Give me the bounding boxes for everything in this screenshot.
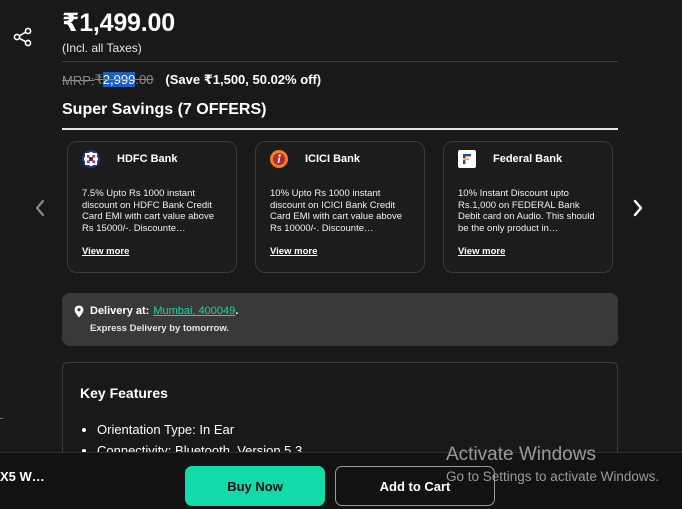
offer-card-federal[interactable]: Federal Bank 10% Instant Discount upto R…: [443, 141, 613, 273]
product-price: ₹1,499.00: [62, 9, 175, 37]
section-underline: [62, 128, 618, 130]
feature-item: Orientation Type: In Ear: [97, 419, 302, 440]
delivery-location-link[interactable]: Mumbai, 400049: [153, 305, 235, 317]
location-pin-icon: [74, 305, 84, 323]
savings-text: (Save ₹1,500, 50.02% off): [165, 72, 322, 87]
share-icon[interactable]: [12, 26, 34, 48]
mrp-value: ₹2,999.00: [94, 72, 154, 88]
delivery-label: Delivery at:: [90, 305, 150, 317]
add-to-cart-button[interactable]: Add to Cart: [335, 466, 495, 506]
mrp-row: MRP: ₹2,999.00 (Save ₹1,500, 50.02% off): [62, 72, 321, 88]
offer-bank-name: ICICI Bank: [305, 153, 361, 165]
mrp-selected-text: 2,999: [102, 72, 136, 87]
offer-description: 7.5% Upto Rs 1000 instant discount on HD…: [82, 188, 215, 235]
federal-logo-icon: [458, 150, 476, 168]
tax-note: (Incl. all Taxes): [62, 41, 142, 55]
mrp-label: MRP:: [62, 72, 95, 88]
hdfc-logo-icon: [82, 150, 100, 168]
sticky-bottom-bar: X5 W… Buy Now Add to Cart: [0, 452, 682, 509]
mrp-decimals: .00: [135, 72, 154, 87]
view-more-link[interactable]: View more: [82, 246, 129, 257]
mrp-currency: ₹: [94, 72, 103, 87]
delivery-note: Express Delivery by tomorrow.: [90, 323, 230, 334]
buy-now-button[interactable]: Buy Now: [185, 466, 325, 506]
chevron-left-icon: [35, 199, 45, 217]
divider: [62, 61, 618, 62]
super-savings-title: Super Savings (7 OFFERS): [62, 101, 267, 118]
offer-description: 10% Instant Discount upto Rs.1,000 on FE…: [458, 188, 595, 235]
delivery-info: Delivery at: Mumbai, 400049. Express Deli…: [62, 293, 618, 346]
chevron-right-icon: [633, 199, 643, 217]
carousel-prev-button[interactable]: [30, 196, 50, 220]
delivery-suffix: .: [235, 305, 239, 317]
offer-card-icici[interactable]: ICICI Bank 10% Upto Rs 1000 instant disc…: [255, 141, 425, 273]
offer-description: 10% Upto Rs 1000 instant discount on ICI…: [270, 188, 403, 235]
carousel-next-button[interactable]: [628, 196, 648, 220]
key-features-title: Key Features: [80, 385, 168, 401]
view-more-link[interactable]: View more: [270, 246, 317, 257]
offer-bank-name: HDFC Bank: [117, 153, 178, 165]
icici-logo-icon: [270, 150, 288, 168]
offer-card-hdfc[interactable]: HDFC Bank 7.5% Upto Rs 1000 instant disc…: [67, 141, 237, 273]
edge-mark: [0, 418, 3, 419]
sticky-product-name: X5 W…: [0, 469, 45, 484]
offer-bank-name: Federal Bank: [493, 153, 563, 165]
view-more-link[interactable]: View more: [458, 246, 505, 257]
delivery-line: Delivery at: Mumbai, 400049.: [90, 305, 238, 317]
